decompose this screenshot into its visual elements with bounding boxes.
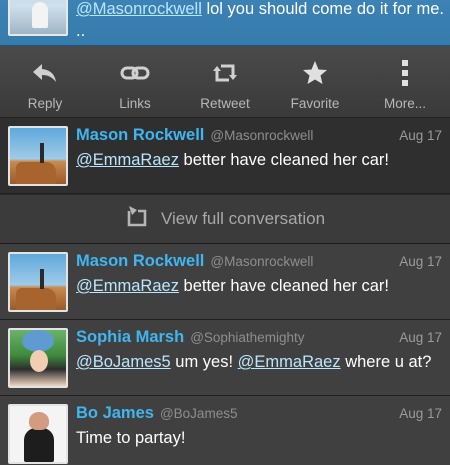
tweet-text: Time to partay! [76,427,444,449]
tweet-timestamp: Aug 17 [399,406,442,421]
retweet-icon [210,58,240,88]
reply-label: Reply [27,96,63,111]
mention-link[interactable]: @EmmaRaez [76,277,179,295]
author-name[interactable]: Bo James @BoJames5 [76,404,237,423]
avatar-rock [16,288,56,310]
avatar-figure [40,143,44,163]
mention-link[interactable]: @EmmaRaez [238,353,341,371]
author-name-text: Bo James [76,404,154,422]
more-button[interactable]: More... [360,46,450,117]
retweet-button[interactable]: Retweet [180,46,270,117]
tweet-text: @Masonrockwell lol you should come do it… [76,0,446,42]
tweet-text-body: lol you should come do it for me. [201,0,444,18]
focused-tweet[interactable]: Mason Rockwell @Masonrockwell Aug 17 @Emm… [0,118,450,194]
reply-button[interactable]: Reply [0,46,90,117]
author-handle: @BoJames5 [159,406,238,421]
author-name-text: Mason Rockwell [76,126,205,144]
author-handle: @Masonrockwell [210,254,314,269]
tweet-text-body: where u at? [340,353,432,371]
author-handle: @Sophiathemighty [190,330,305,345]
tweet-action-bar: Reply Links Retweet Favorite More... [0,46,450,118]
avatar-figure [24,428,54,462]
tweet-text-body: Time to partay! [76,429,186,447]
favorite-button[interactable]: Favorite [270,46,360,117]
view-full-conversation-button[interactable]: View full conversation [0,195,450,244]
star-icon [300,58,330,88]
author-name[interactable]: Mason Rockwell @Masonrockwell [76,252,313,271]
avatar-head [29,412,49,430]
author-name[interactable]: Mason Rockwell @Masonrockwell [76,126,313,145]
more-label: More... [383,96,426,111]
favorite-label: Favorite [290,96,340,111]
mention-link[interactable]: @EmmaRaez [76,151,179,169]
tweet-text: @EmmaRaez better have cleaned her car! [76,149,444,171]
tweet-text-body: better have cleaned her car! [178,151,389,169]
avatar-figure [40,269,44,289]
links-label: Links [119,96,151,111]
mention-link[interactable]: @BoJames5 [76,353,171,371]
avatar[interactable] [8,0,68,36]
reply-icon [30,58,60,88]
author-name[interactable]: Sophia Marsh @Sophiathemighty [76,328,304,347]
links-button[interactable]: Links [90,46,180,117]
author-name-text: Mason Rockwell [76,252,205,270]
tweet-text-body: um yes! [170,353,238,371]
top-tweet[interactable]: @Masonrockwell lol you should come do it… [0,0,450,46]
tweet-text-body: better have cleaned her car! [178,277,389,295]
conversation-tweet[interactable]: Sophia Marsh @Sophiathemighty Aug 17 @BoJ… [0,320,450,396]
avatar-globe [22,330,54,352]
retweet-label: Retweet [200,96,250,111]
link-icon [120,58,150,88]
author-handle: @Masonrockwell [210,128,314,143]
tweet-timestamp: Aug 17 [399,254,442,269]
avatar-figure [32,2,48,28]
tweet-text: @EmmaRaez better have cleaned her car! [76,275,444,297]
avatar-figure [30,350,48,372]
mention-link[interactable]: @Masonrockwell [76,0,202,18]
avatar[interactable] [8,328,68,388]
more-vertical-icon [390,58,420,88]
tweet-text: @BoJames5 um yes! @EmmaRaez where u at? [76,351,444,373]
author-name-text: Sophia Marsh [76,328,185,346]
tweet-text-overflow: .. [76,22,86,40]
conversation-icon [125,205,149,234]
conversation-tweet[interactable]: Mason Rockwell @Masonrockwell Aug 17 @Emm… [0,244,450,320]
conversation-tweet[interactable]: Bo James @BoJames5 Aug 17 Time to partay! [0,396,450,465]
avatar[interactable] [8,252,68,312]
tweet-timestamp: Aug 17 [399,128,442,143]
avatar-rock [16,162,56,184]
avatar[interactable] [8,126,68,186]
view-full-conversation-label: View full conversation [160,209,326,228]
tweet-timestamp: Aug 17 [399,330,442,345]
avatar[interactable] [8,404,68,464]
